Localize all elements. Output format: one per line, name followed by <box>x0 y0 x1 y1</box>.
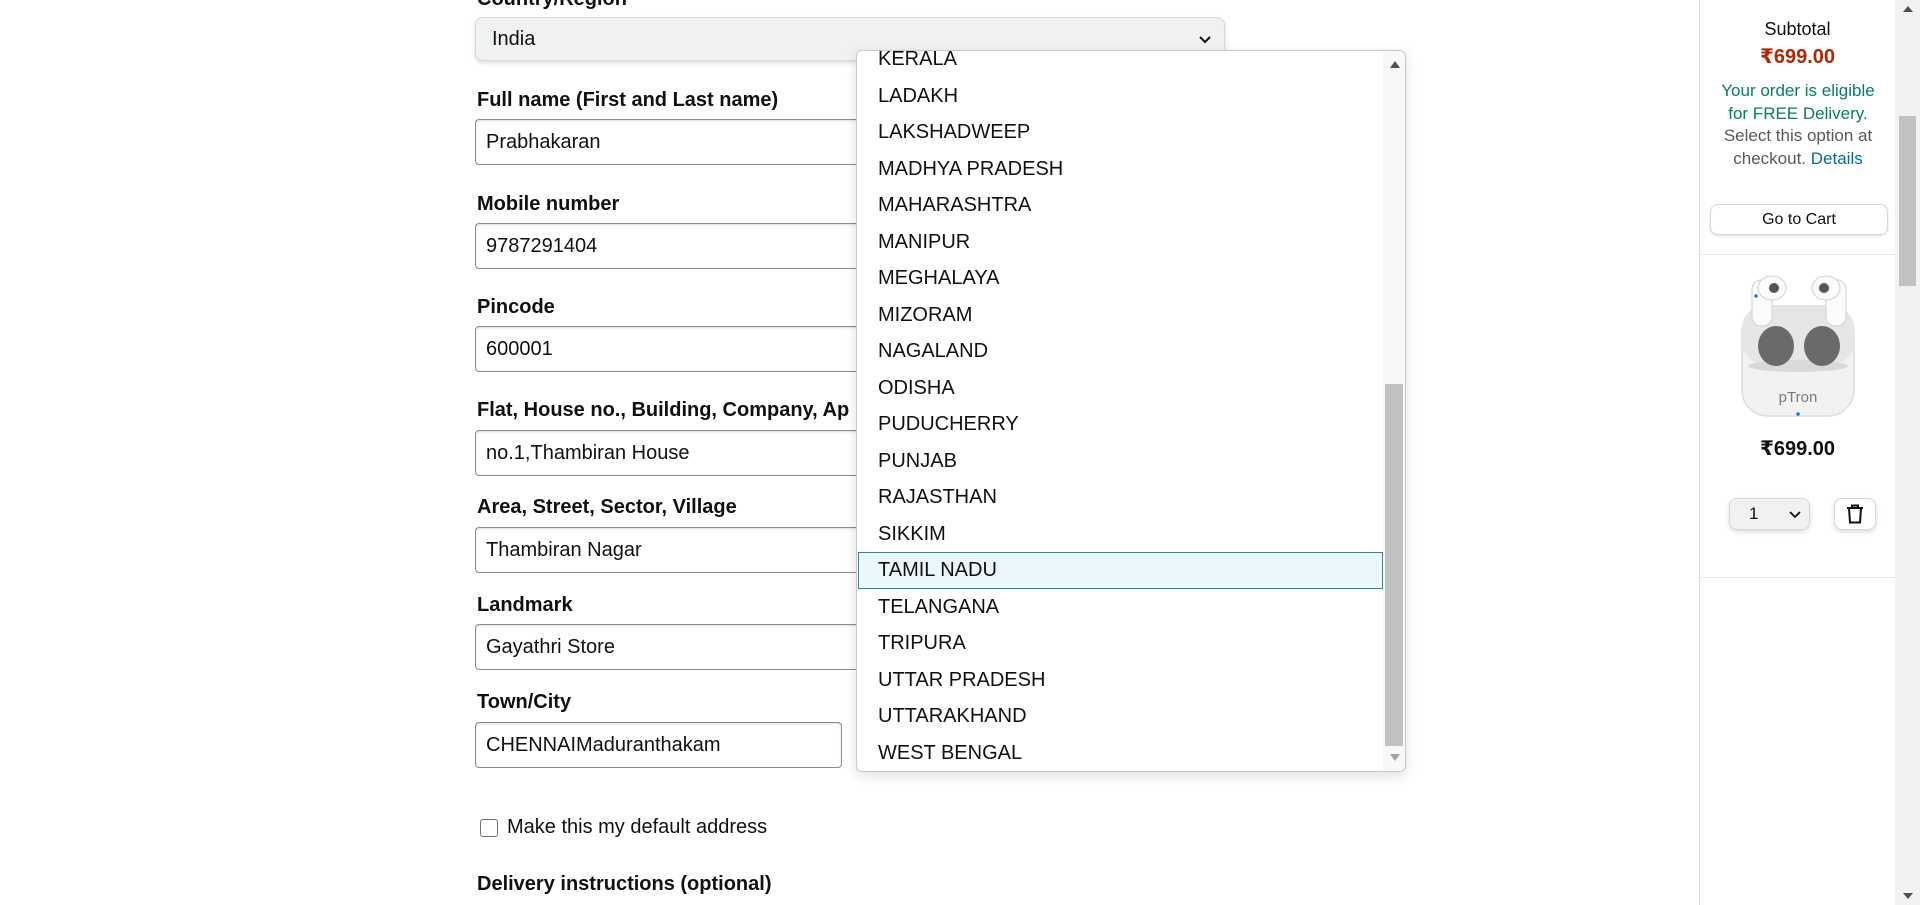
chevron-down-icon <box>1199 36 1211 44</box>
pincode-label: Pincode <box>477 296 555 318</box>
default-address-label: Make this my default address <box>507 816 768 838</box>
delivery-instructions-label: Delivery instructions (optional) <box>477 873 772 895</box>
state-option[interactable]: TELANGANA <box>857 589 1383 626</box>
earbuds-product-image[interactable]: pTron <box>1734 266 1862 436</box>
details-link[interactable]: Details <box>1811 149 1863 168</box>
state-option[interactable]: MADHYA PRADESH <box>857 151 1383 188</box>
delete-button[interactable] <box>1834 498 1876 530</box>
state-option[interactable]: KERALA <box>857 51 1383 78</box>
state-option[interactable]: PUDUCHERRY <box>857 406 1383 443</box>
free-delivery-message: Your order is eligible for FREE Delivery… <box>1710 80 1886 170</box>
chevron-down-icon <box>1789 511 1801 519</box>
state-option[interactable]: LAKSHADWEEP <box>857 114 1383 151</box>
state-option[interactable]: WEST BENGAL <box>857 735 1383 772</box>
state-option[interactable]: UTTARAKHAND <box>857 698 1383 735</box>
city-label: Town/City <box>477 691 572 713</box>
page-scroll-thumb[interactable] <box>1899 116 1916 286</box>
state-option[interactable]: SIKKIM <box>857 516 1383 553</box>
area-label: Area, Street, Sector, Village <box>477 496 737 518</box>
quantity-select[interactable]: 1 <box>1729 498 1810 530</box>
state-option[interactable]: UTTAR PRADESH <box>857 662 1383 699</box>
product-brand-text: pTron <box>1779 389 1818 406</box>
state-option[interactable]: LADAKH <box>857 78 1383 115</box>
state-option[interactable]: TAMIL NADU <box>858 552 1383 589</box>
cart-sidebar: Subtotal ₹699.00 Your order is eligible … <box>1699 0 1895 905</box>
free-delivery-text: Your order is eligible for FREE Delivery… <box>1721 81 1875 123</box>
page-scrollbar[interactable] <box>1895 0 1920 905</box>
scroll-up-arrow-icon[interactable] <box>1390 61 1400 68</box>
default-address-checkbox[interactable] <box>480 818 498 837</box>
state-option[interactable]: NAGALAND <box>857 333 1383 370</box>
state-dropdown-list[interactable]: KERALA LADAKH LAKSHADWEEP MADHYA PRADESH MAH… <box>856 50 1406 772</box>
scroll-down-arrow-icon[interactable] <box>1390 754 1400 761</box>
page-scroll-up-icon[interactable] <box>1903 6 1913 12</box>
state-option[interactable]: MEGHALAYA <box>857 260 1383 297</box>
state-option[interactable]: TRIPURA <box>857 625 1383 662</box>
state-option[interactable]: RAJASTHAN <box>857 479 1383 516</box>
city-input[interactable]: CHENNAIMaduranthakam <box>475 722 842 768</box>
state-option[interactable]: MAHARASHTRA <box>857 187 1383 224</box>
dropdown-scrollbar[interactable] <box>1383 51 1405 771</box>
fullname-label: Full name (First and Last name) <box>477 89 779 111</box>
country-value: India <box>492 28 536 50</box>
product-price: ₹699.00 <box>1759 438 1836 460</box>
state-options: KERALA LADAKH LAKSHADWEEP MADHYA PRADESH MAH… <box>857 51 1383 772</box>
subtotal-label: Subtotal <box>1764 19 1831 39</box>
trash-icon <box>1847 504 1863 524</box>
dropdown-scroll-thumb[interactable] <box>1385 384 1403 746</box>
subtotal-value: ₹699.00 <box>1759 46 1836 68</box>
state-option[interactable]: PUNJAB <box>857 443 1383 480</box>
state-option[interactable]: MIZORAM <box>857 297 1383 334</box>
mobile-label: Mobile number <box>477 193 620 215</box>
landmark-label: Landmark <box>477 594 573 616</box>
sidebar-divider <box>1700 254 1895 255</box>
page-scroll-down-icon[interactable] <box>1903 893 1913 899</box>
country-label: Country/Region <box>477 0 627 11</box>
default-address-row[interactable]: Make this my default address <box>480 816 767 839</box>
flat-label: Flat, House no., Building, Company, Ap <box>477 399 850 421</box>
go-to-cart-button[interactable]: Go to Cart <box>1710 204 1888 235</box>
sidebar-divider <box>1700 577 1895 578</box>
quantity-value: 1 <box>1749 504 1759 523</box>
state-option[interactable]: MANIPUR <box>857 224 1383 261</box>
state-option[interactable]: ODISHA <box>857 370 1383 407</box>
